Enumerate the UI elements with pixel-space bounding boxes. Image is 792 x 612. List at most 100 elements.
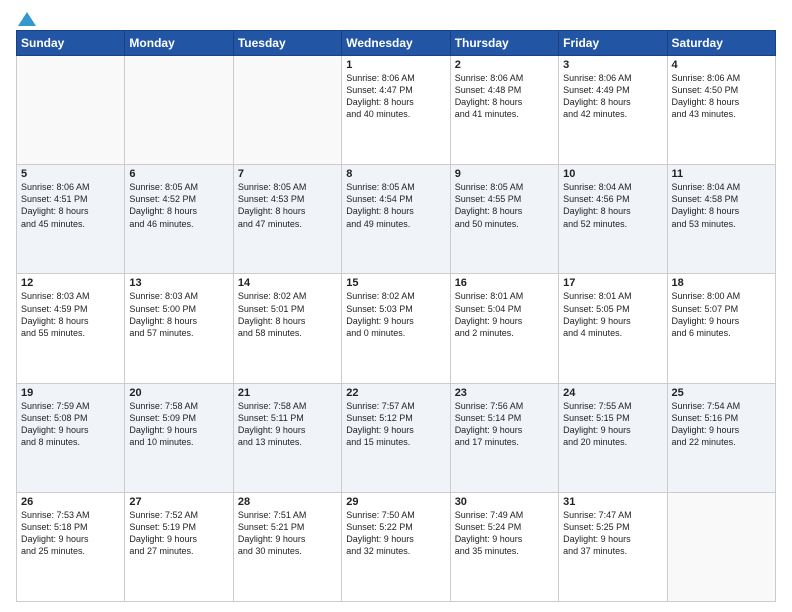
day-info: Sunrise: 8:06 AMSunset: 4:48 PMDaylight:…: [455, 72, 554, 121]
calendar-cell: 4Sunrise: 8:06 AMSunset: 4:50 PMDaylight…: [667, 56, 775, 165]
calendar-cell: 1Sunrise: 8:06 AMSunset: 4:47 PMDaylight…: [342, 56, 450, 165]
page: SundayMondayTuesdayWednesdayThursdayFrid…: [0, 0, 792, 612]
calendar-cell: 27Sunrise: 7:52 AMSunset: 5:19 PMDayligh…: [125, 492, 233, 601]
day-number: 25: [672, 387, 771, 399]
day-info: Sunrise: 8:01 AMSunset: 5:04 PMDaylight:…: [455, 290, 554, 339]
day-info: Sunrise: 8:06 AMSunset: 4:51 PMDaylight:…: [21, 181, 120, 230]
day-info: Sunrise: 7:58 AMSunset: 5:09 PMDaylight:…: [129, 400, 228, 449]
day-info: Sunrise: 8:01 AMSunset: 5:05 PMDaylight:…: [563, 290, 662, 339]
day-info: Sunrise: 7:53 AMSunset: 5:18 PMDaylight:…: [21, 509, 120, 558]
day-info: Sunrise: 8:02 AMSunset: 5:03 PMDaylight:…: [346, 290, 445, 339]
calendar-cell: 17Sunrise: 8:01 AMSunset: 5:05 PMDayligh…: [559, 274, 667, 383]
day-number: 27: [129, 496, 228, 508]
day-number: 17: [563, 277, 662, 289]
day-number: 1: [346, 59, 445, 71]
day-number: 7: [238, 168, 337, 180]
day-info: Sunrise: 7:51 AMSunset: 5:21 PMDaylight:…: [238, 509, 337, 558]
day-number: 2: [455, 59, 554, 71]
calendar-cell: 24Sunrise: 7:55 AMSunset: 5:15 PMDayligh…: [559, 383, 667, 492]
calendar-cell: 10Sunrise: 8:04 AMSunset: 4:56 PMDayligh…: [559, 165, 667, 274]
calendar-cell: 31Sunrise: 7:47 AMSunset: 5:25 PMDayligh…: [559, 492, 667, 601]
calendar-week-1: 1Sunrise: 8:06 AMSunset: 4:47 PMDaylight…: [17, 56, 776, 165]
day-info: Sunrise: 8:05 AMSunset: 4:52 PMDaylight:…: [129, 181, 228, 230]
day-info: Sunrise: 8:00 AMSunset: 5:07 PMDaylight:…: [672, 290, 771, 339]
calendar-cell: 14Sunrise: 8:02 AMSunset: 5:01 PMDayligh…: [233, 274, 341, 383]
day-number: 6: [129, 168, 228, 180]
col-header-wednesday: Wednesday: [342, 31, 450, 56]
day-info: Sunrise: 8:04 AMSunset: 4:58 PMDaylight:…: [672, 181, 771, 230]
calendar-cell: 19Sunrise: 7:59 AMSunset: 5:08 PMDayligh…: [17, 383, 125, 492]
day-number: 14: [238, 277, 337, 289]
day-number: 4: [672, 59, 771, 71]
day-info: Sunrise: 7:57 AMSunset: 5:12 PMDaylight:…: [346, 400, 445, 449]
day-info: Sunrise: 7:59 AMSunset: 5:08 PMDaylight:…: [21, 400, 120, 449]
calendar-cell: 18Sunrise: 8:00 AMSunset: 5:07 PMDayligh…: [667, 274, 775, 383]
day-info: Sunrise: 7:50 AMSunset: 5:22 PMDaylight:…: [346, 509, 445, 558]
calendar-cell: [125, 56, 233, 165]
day-number: 16: [455, 277, 554, 289]
day-number: 12: [21, 277, 120, 289]
day-number: 31: [563, 496, 662, 508]
calendar-cell: 7Sunrise: 8:05 AMSunset: 4:53 PMDaylight…: [233, 165, 341, 274]
col-header-saturday: Saturday: [667, 31, 775, 56]
day-info: Sunrise: 8:05 AMSunset: 4:55 PMDaylight:…: [455, 181, 554, 230]
calendar-cell: 22Sunrise: 7:57 AMSunset: 5:12 PMDayligh…: [342, 383, 450, 492]
col-header-thursday: Thursday: [450, 31, 558, 56]
day-number: 13: [129, 277, 228, 289]
calendar-cell: 28Sunrise: 7:51 AMSunset: 5:21 PMDayligh…: [233, 492, 341, 601]
calendar-cell: 8Sunrise: 8:05 AMSunset: 4:54 PMDaylight…: [342, 165, 450, 274]
calendar-cell: 9Sunrise: 8:05 AMSunset: 4:55 PMDaylight…: [450, 165, 558, 274]
logo-icon: [18, 10, 36, 28]
logo-area: [16, 10, 36, 24]
day-info: Sunrise: 8:04 AMSunset: 4:56 PMDaylight:…: [563, 181, 662, 230]
day-number: 28: [238, 496, 337, 508]
day-number: 22: [346, 387, 445, 399]
day-number: 30: [455, 496, 554, 508]
day-info: Sunrise: 8:05 AMSunset: 4:54 PMDaylight:…: [346, 181, 445, 230]
day-info: Sunrise: 8:05 AMSunset: 4:53 PMDaylight:…: [238, 181, 337, 230]
calendar-cell: 13Sunrise: 8:03 AMSunset: 5:00 PMDayligh…: [125, 274, 233, 383]
calendar-cell: 16Sunrise: 8:01 AMSunset: 5:04 PMDayligh…: [450, 274, 558, 383]
calendar-cell: 30Sunrise: 7:49 AMSunset: 5:24 PMDayligh…: [450, 492, 558, 601]
calendar-week-2: 5Sunrise: 8:06 AMSunset: 4:51 PMDaylight…: [17, 165, 776, 274]
col-header-monday: Monday: [125, 31, 233, 56]
calendar-cell: 5Sunrise: 8:06 AMSunset: 4:51 PMDaylight…: [17, 165, 125, 274]
day-info: Sunrise: 8:06 AMSunset: 4:50 PMDaylight:…: [672, 72, 771, 121]
day-number: 24: [563, 387, 662, 399]
day-info: Sunrise: 7:56 AMSunset: 5:14 PMDaylight:…: [455, 400, 554, 449]
day-info: Sunrise: 8:06 AMSunset: 4:47 PMDaylight:…: [346, 72, 445, 121]
calendar-cell: 2Sunrise: 8:06 AMSunset: 4:48 PMDaylight…: [450, 56, 558, 165]
day-number: 18: [672, 277, 771, 289]
day-number: 11: [672, 168, 771, 180]
calendar-week-3: 12Sunrise: 8:03 AMSunset: 4:59 PMDayligh…: [17, 274, 776, 383]
calendar-cell: 26Sunrise: 7:53 AMSunset: 5:18 PMDayligh…: [17, 492, 125, 601]
calendar-cell: 3Sunrise: 8:06 AMSunset: 4:49 PMDaylight…: [559, 56, 667, 165]
calendar-cell: 29Sunrise: 7:50 AMSunset: 5:22 PMDayligh…: [342, 492, 450, 601]
day-number: 10: [563, 168, 662, 180]
calendar-cell: 21Sunrise: 7:58 AMSunset: 5:11 PMDayligh…: [233, 383, 341, 492]
calendar-cell: [17, 56, 125, 165]
day-number: 23: [455, 387, 554, 399]
day-number: 20: [129, 387, 228, 399]
calendar-cell: 12Sunrise: 8:03 AMSunset: 4:59 PMDayligh…: [17, 274, 125, 383]
day-number: 15: [346, 277, 445, 289]
day-number: 5: [21, 168, 120, 180]
day-info: Sunrise: 7:52 AMSunset: 5:19 PMDaylight:…: [129, 509, 228, 558]
calendar-week-5: 26Sunrise: 7:53 AMSunset: 5:18 PMDayligh…: [17, 492, 776, 601]
calendar-cell: [233, 56, 341, 165]
col-header-friday: Friday: [559, 31, 667, 56]
calendar-cell: 15Sunrise: 8:02 AMSunset: 5:03 PMDayligh…: [342, 274, 450, 383]
day-info: Sunrise: 7:55 AMSunset: 5:15 PMDaylight:…: [563, 400, 662, 449]
day-number: 3: [563, 59, 662, 71]
calendar-cell: [667, 492, 775, 601]
day-info: Sunrise: 7:49 AMSunset: 5:24 PMDaylight:…: [455, 509, 554, 558]
calendar-table: SundayMondayTuesdayWednesdayThursdayFrid…: [16, 30, 776, 602]
day-number: 21: [238, 387, 337, 399]
day-info: Sunrise: 8:03 AMSunset: 5:00 PMDaylight:…: [129, 290, 228, 339]
day-number: 26: [21, 496, 120, 508]
day-number: 9: [455, 168, 554, 180]
day-info: Sunrise: 8:02 AMSunset: 5:01 PMDaylight:…: [238, 290, 337, 339]
calendar-week-4: 19Sunrise: 7:59 AMSunset: 5:08 PMDayligh…: [17, 383, 776, 492]
col-header-tuesday: Tuesday: [233, 31, 341, 56]
day-number: 19: [21, 387, 120, 399]
